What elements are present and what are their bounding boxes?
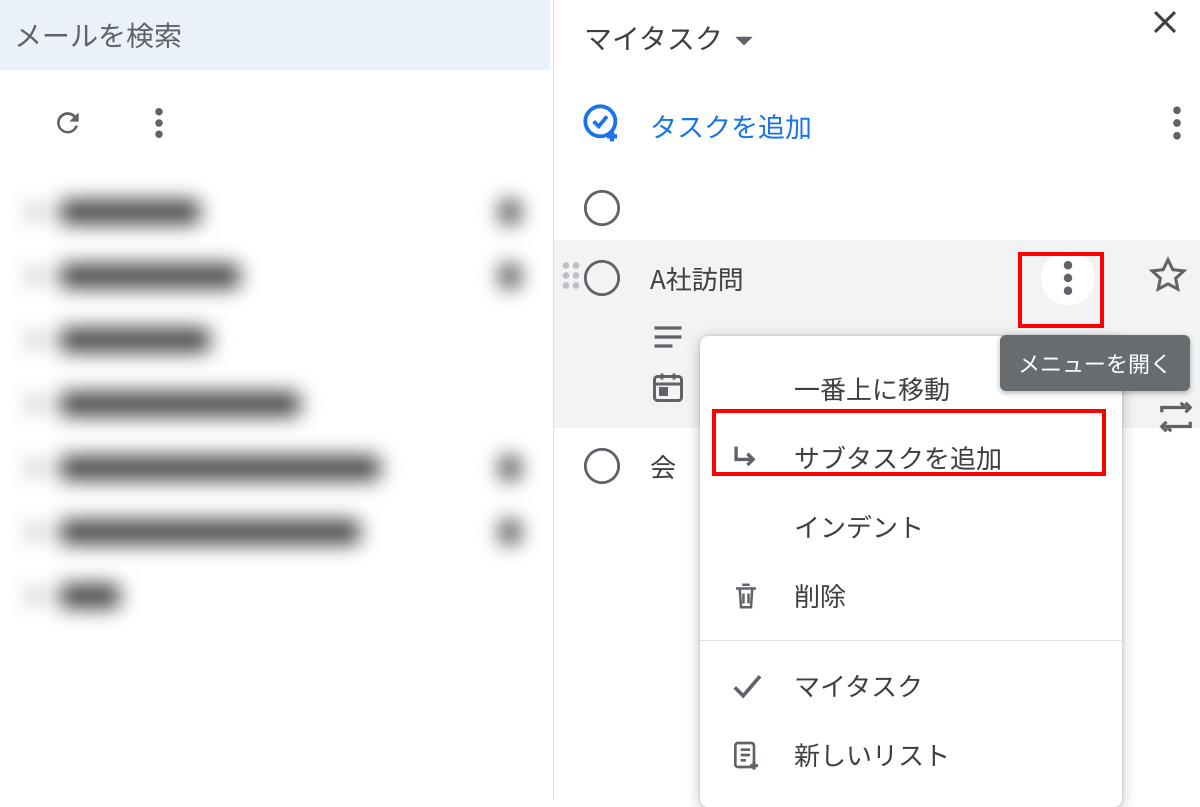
task-item[interactable] — [554, 176, 1200, 240]
list-options-icon[interactable] — [1171, 106, 1183, 145]
task-complete-circle[interactable] — [582, 446, 622, 486]
search-input[interactable]: メールを検索 — [0, 0, 550, 70]
menu-divider — [700, 640, 1122, 641]
menu-new-list[interactable]: 新しいリスト — [700, 720, 1122, 789]
search-placeholder: メールを検索 — [14, 15, 182, 55]
new-list-icon — [726, 738, 766, 772]
tooltip-text: メニューを開く — [1018, 347, 1172, 379]
add-task-button[interactable]: タスクを追加 — [582, 103, 812, 148]
star-icon[interactable] — [1148, 256, 1188, 301]
menu-label: マイタスク — [794, 667, 923, 704]
task-list-name: マイタスク — [584, 18, 723, 58]
caret-down-icon — [733, 18, 755, 58]
task-options-button[interactable] — [1041, 251, 1095, 305]
task-complete-circle[interactable] — [582, 188, 622, 228]
repeat-icon[interactable] — [1157, 398, 1195, 441]
subtask-icon — [726, 441, 766, 475]
menu-label: 新しいリスト — [794, 736, 950, 773]
menu-my-tasks[interactable]: マイタスク — [700, 651, 1122, 720]
add-task-row: タスクを追加 — [554, 68, 1200, 176]
trash-icon — [726, 579, 766, 613]
mail-panel: メールを検索 — [0, 0, 550, 800]
task-complete-circle[interactable] — [582, 258, 622, 298]
add-task-icon — [582, 103, 622, 148]
mail-toolbar — [0, 70, 550, 180]
menu-indent[interactable]: インデント — [700, 492, 1122, 561]
more-icon[interactable] — [154, 108, 164, 143]
menu-add-subtask[interactable]: サブタスクを追加 — [700, 423, 1122, 492]
task-title: A社訪問 — [650, 260, 744, 297]
check-icon — [726, 672, 766, 700]
tasks-header: マイタスク — [554, 0, 1200, 68]
mail-list-blurred — [0, 180, 550, 628]
drag-handle-icon[interactable] — [560, 261, 582, 296]
refresh-icon[interactable] — [52, 107, 84, 144]
task-item[interactable]: A社訪問 — [554, 240, 1200, 316]
menu-label: 削除 — [794, 577, 846, 614]
close-icon[interactable] — [1148, 5, 1182, 44]
calendar-icon[interactable] — [650, 369, 686, 410]
task-context-menu: 一番上に移動 サブタスクを追加 インデント 削除 マイタスク 新しいリスト — [700, 336, 1122, 807]
menu-label: インデント — [794, 508, 924, 545]
task-list-selector[interactable]: マイタスク — [584, 18, 1178, 58]
task-title: 会 — [650, 448, 676, 485]
menu-label: 一番上に移動 — [794, 370, 950, 407]
add-task-label: タスクを追加 — [650, 106, 812, 145]
tooltip: メニューを開く — [1000, 335, 1190, 391]
menu-delete[interactable]: 削除 — [700, 561, 1122, 630]
notes-icon[interactable] — [650, 322, 686, 357]
menu-label: サブタスクを追加 — [794, 439, 1002, 476]
